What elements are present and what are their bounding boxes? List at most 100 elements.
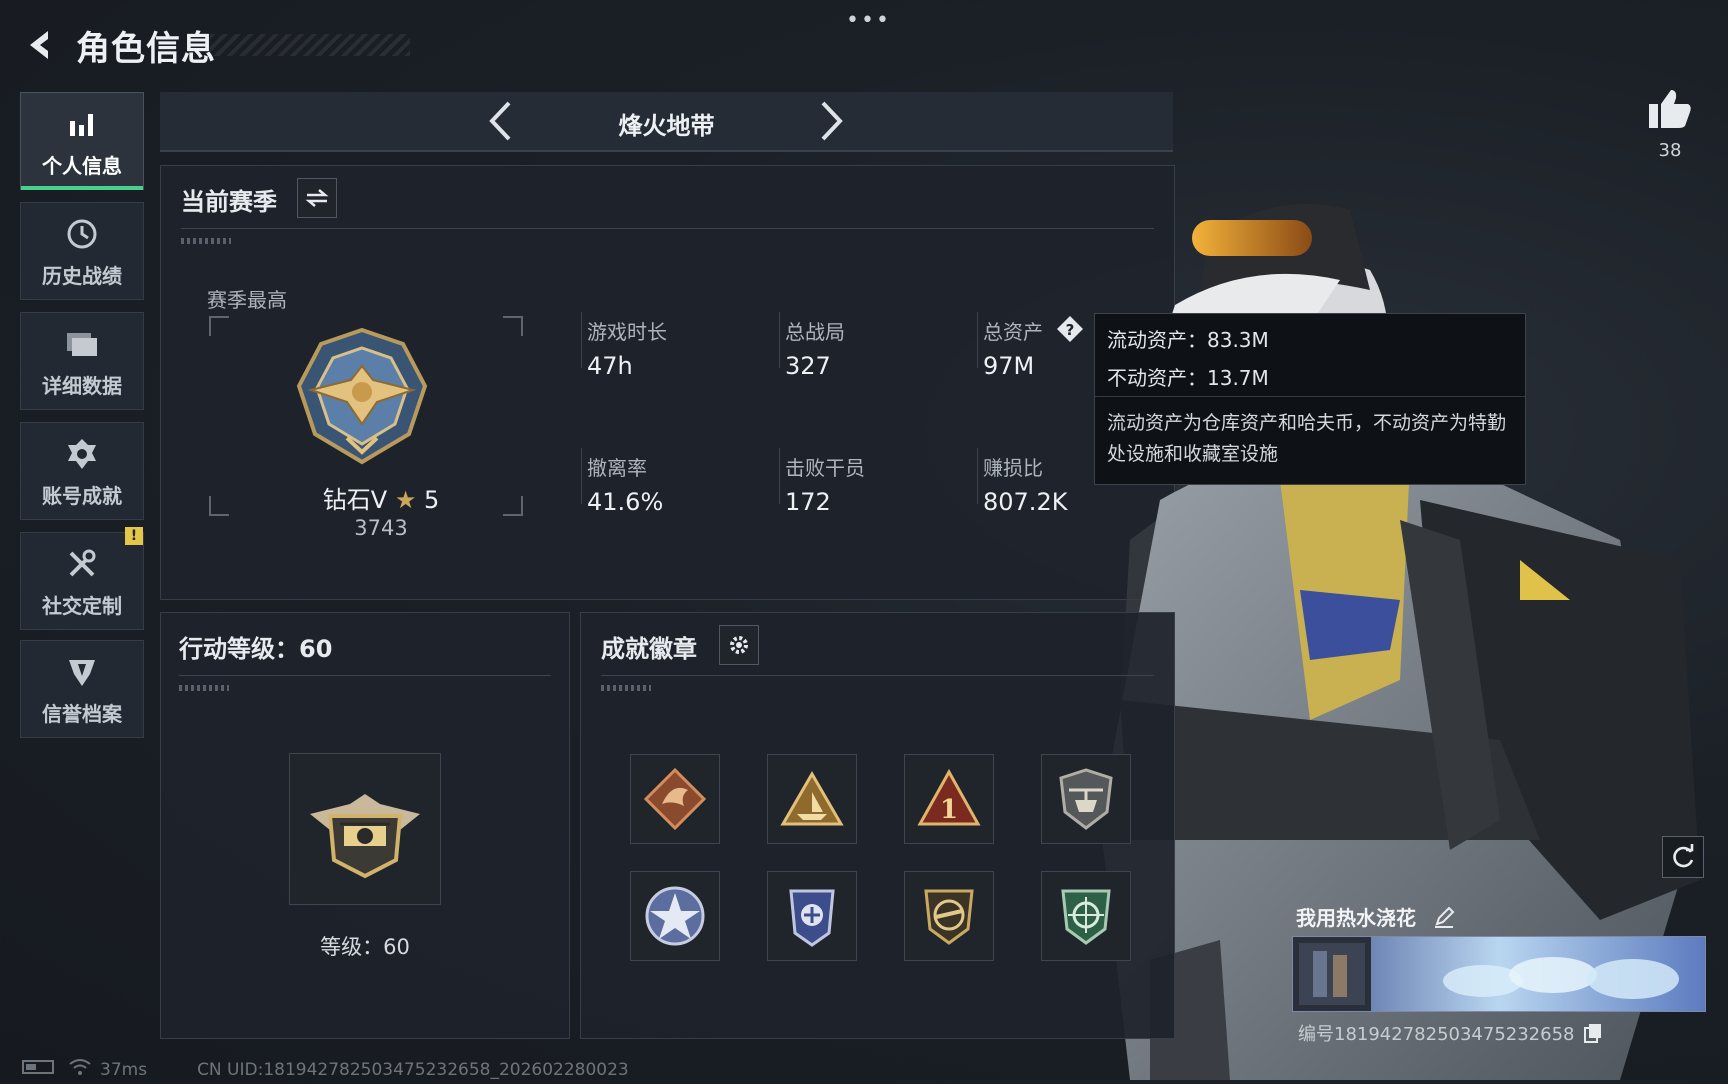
stat-label-playtime: 游戏时长 — [587, 320, 667, 344]
folder-icon — [62, 324, 102, 364]
sidebar-item-detail-data[interactable]: 详细数据 — [20, 312, 144, 410]
badges-title: 成就徽章 — [601, 635, 697, 663]
action-level-value: 等级：60 — [320, 935, 410, 959]
battery-icon — [22, 1059, 58, 1080]
copy-icon[interactable] — [1584, 1023, 1602, 1048]
sidebar-item-credit[interactable]: 信誉档案 — [20, 640, 144, 738]
badges-panel: 成就徽章 1 — [580, 612, 1175, 1039]
gun-shield-badge-icon[interactable] — [904, 871, 994, 961]
stat-label-matches: 总战局 — [785, 320, 845, 344]
frame-corner — [209, 316, 229, 336]
divider-tick — [181, 238, 231, 244]
badge-settings-button[interactable] — [719, 625, 759, 665]
ping-value: 37ms — [100, 1059, 148, 1080]
divider — [601, 675, 1154, 676]
action-level-title: 行动等级：60 — [179, 635, 333, 663]
stat-divider — [581, 448, 582, 504]
season-switch-button[interactable] — [297, 178, 337, 218]
player-name: 我用热水浇花 — [1296, 902, 1455, 933]
stat-value-extract-rate: 41.6% — [587, 488, 664, 516]
dragon-badge-icon[interactable] — [630, 754, 720, 844]
rotate-view-button[interactable] — [1662, 836, 1704, 878]
edit-name-icon[interactable] — [1433, 906, 1455, 933]
rank-one-badge-icon[interactable]: 1 — [904, 754, 994, 844]
helicopter-emblem-icon — [310, 794, 420, 879]
crosshair-shield-badge-icon[interactable] — [1041, 871, 1131, 961]
helicopter-shield-badge-icon[interactable] — [1041, 754, 1131, 844]
back-arrow-icon — [30, 31, 48, 59]
wifi-icon — [68, 1058, 92, 1081]
stat-divider — [779, 312, 780, 368]
rank-name: 钻石V — [322, 486, 388, 514]
frame-corner — [503, 316, 523, 336]
sidebar-item-label: 信誉档案 — [42, 701, 122, 726]
sidebar-item-label: 社交定制 — [42, 593, 122, 618]
page-title: 角色信息 — [76, 28, 216, 69]
divider-tick — [179, 685, 229, 691]
stat-divider — [581, 312, 582, 368]
chevron-right-icon — [821, 101, 843, 141]
gear-icon — [730, 636, 748, 654]
rank-emblem-icon — [291, 326, 433, 472]
rank-stars: 5 — [423, 486, 440, 514]
name-card-image[interactable] — [1292, 936, 1706, 1012]
card-id-text: 编号181942782503475232658 — [1298, 1024, 1575, 1045]
tooltip-liquid-assets: 流动资产：83.3M — [1107, 328, 1269, 352]
thumbs-up-icon — [1649, 90, 1691, 128]
stat-label-extract-rate: 撤离率 — [587, 456, 647, 480]
like-button[interactable]: 38 — [1640, 86, 1700, 161]
stat-divider — [977, 448, 978, 504]
player-name-text: 我用热水浇花 — [1296, 906, 1416, 930]
sidebar-item-label: 个人信息 — [42, 153, 122, 178]
sidebar-item-personal-info[interactable]: 个人信息 — [20, 92, 144, 190]
star-badge-icon[interactable] — [630, 871, 720, 961]
divider-tick — [601, 685, 651, 691]
stat-value-matches: 327 — [785, 352, 831, 380]
assets-tooltip: 流动资产：83.3M 不动资产：13.7M 流动资产为仓库资产和哈夫币，不动资产… — [1094, 313, 1526, 485]
page-header: 角色信息 — [20, 20, 216, 70]
stat-divider — [779, 448, 780, 504]
name-card-art — [1299, 943, 1679, 1005]
sidebar-item-history[interactable]: 历史战绩 — [20, 202, 144, 300]
action-level-panel: 行动等级：60 等级：60 — [160, 612, 570, 1039]
season-best-label: 赛季最高 — [207, 288, 287, 312]
credit-shield-icon — [62, 652, 102, 692]
frame-corner — [209, 496, 229, 516]
action-level-emblem[interactable] — [289, 753, 441, 905]
police-badge-icon[interactable] — [767, 871, 857, 961]
season-title: 当前赛季 — [181, 188, 277, 216]
stat-divider — [977, 312, 978, 368]
rank-score: 3743 — [354, 516, 408, 540]
tools-icon — [62, 544, 102, 584]
history-clock-icon — [62, 214, 102, 254]
sidebar-item-social-custom[interactable]: ! 社交定制 — [20, 527, 144, 630]
alert-badge: ! — [125, 527, 143, 545]
rank-star-icon: ★ — [394, 486, 417, 514]
uid-text: CN UID:181942782503475232658_20260228002… — [197, 1059, 629, 1080]
sidebar-item-label: 账号成就 — [42, 483, 122, 508]
back-button[interactable] — [20, 23, 60, 67]
svg-text:1: 1 — [940, 795, 958, 825]
rank-title: 钻石V ★ 5 — [301, 480, 461, 515]
achievement-icon — [62, 434, 102, 474]
more-options-icon[interactable]: ••• — [846, 8, 891, 33]
swap-icon — [305, 189, 329, 207]
stat-label-kills: 击败干员 — [785, 456, 865, 480]
sidebar-item-label: 详细数据 — [42, 373, 122, 398]
mode-next-button[interactable] — [802, 92, 862, 150]
title-decoration — [210, 34, 410, 56]
stat-value-playtime: 47h — [587, 352, 633, 380]
tooltip-divider — [1095, 396, 1525, 397]
like-count: 38 — [1658, 140, 1682, 161]
frame-corner — [503, 496, 523, 516]
player-card-id: 编号181942782503475232658 — [1298, 1020, 1602, 1048]
sidebar-item-achievements[interactable]: 账号成就 — [20, 422, 144, 520]
stat-value-kills: 172 — [785, 488, 831, 516]
divider — [179, 675, 551, 676]
status-bar: 37ms CN UID:181942782503475232658_202602… — [22, 1058, 629, 1081]
triangle-ship-badge-icon[interactable] — [767, 754, 857, 844]
sidebar-item-label: 历史战绩 — [42, 263, 122, 288]
bar-chart-icon — [62, 104, 102, 144]
tooltip-description: 流动资产为仓库资产和哈夫币，不动资产为特勤处设施和收藏室设施 — [1107, 412, 1507, 465]
tooltip-fixed-assets: 不动资产：13.7M — [1107, 366, 1269, 390]
